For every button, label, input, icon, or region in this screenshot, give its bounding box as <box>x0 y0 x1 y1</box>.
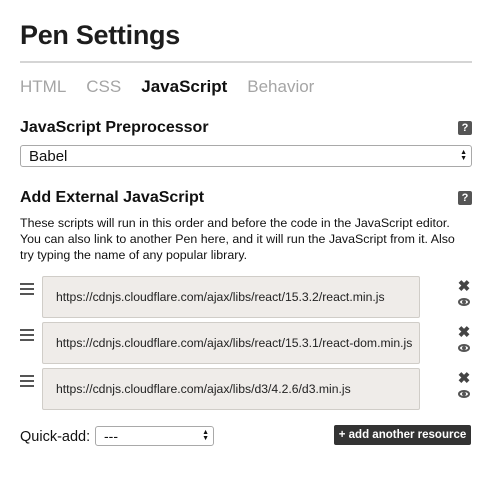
tab-html[interactable]: HTML <box>20 77 66 97</box>
external-js-help-icon[interactable]: ? <box>458 191 472 205</box>
preprocessor-help-icon[interactable]: ? <box>458 121 472 135</box>
view-resource-eye-icon[interactable] <box>458 344 470 352</box>
drag-handle-icon[interactable] <box>20 283 34 295</box>
remove-resource-icon[interactable]: ✖ <box>457 279 471 294</box>
page-title: Pen Settings <box>20 20 180 50</box>
resource-url-input[interactable]: https://cdnjs.cloudflare.com/ajax/libs/r… <box>42 322 420 364</box>
resource-url-input[interactable]: https://cdnjs.cloudflare.com/ajax/libs/d… <box>42 368 420 410</box>
quick-add-select[interactable]: --- ▲ ▼ <box>95 426 214 446</box>
view-resource-eye-icon[interactable] <box>458 298 470 306</box>
settings-tabs: HTML CSS JavaScript Behavior <box>20 77 334 97</box>
preprocessor-label: JavaScript Preprocessor <box>20 119 209 136</box>
view-resource-eye-icon[interactable] <box>458 390 470 398</box>
tab-css[interactable]: CSS <box>86 77 121 97</box>
title-divider <box>20 61 472 63</box>
drag-handle-icon[interactable] <box>20 329 34 341</box>
tab-javascript[interactable]: JavaScript <box>141 77 227 97</box>
preprocessor-select-value: Babel <box>29 147 68 165</box>
remove-resource-icon[interactable]: ✖ <box>457 371 471 386</box>
select-arrows-icon: ▲ ▼ <box>460 149 467 162</box>
resource-url-input[interactable]: https://cdnjs.cloudflare.com/ajax/libs/r… <box>42 276 420 318</box>
resource-row: https://cdnjs.cloudflare.com/ajax/libs/r… <box>20 276 472 318</box>
external-js-description: These scripts will run in this order and… <box>20 216 455 262</box>
select-arrows-icon: ▲ ▼ <box>202 429 209 442</box>
remove-resource-icon[interactable]: ✖ <box>457 325 471 340</box>
resource-row: https://cdnjs.cloudflare.com/ajax/libs/d… <box>20 368 472 410</box>
add-resource-button[interactable]: + add another resource <box>334 425 471 445</box>
quick-add-label: Quick-add: <box>20 429 91 445</box>
resource-row: https://cdnjs.cloudflare.com/ajax/libs/r… <box>20 322 472 364</box>
preprocessor-select[interactable]: Babel ▲ ▼ <box>20 145 472 167</box>
tab-behavior[interactable]: Behavior <box>247 77 314 97</box>
quick-add-select-value: --- <box>104 428 118 444</box>
drag-handle-icon[interactable] <box>20 375 34 387</box>
external-js-label: Add External JavaScript <box>20 189 205 206</box>
